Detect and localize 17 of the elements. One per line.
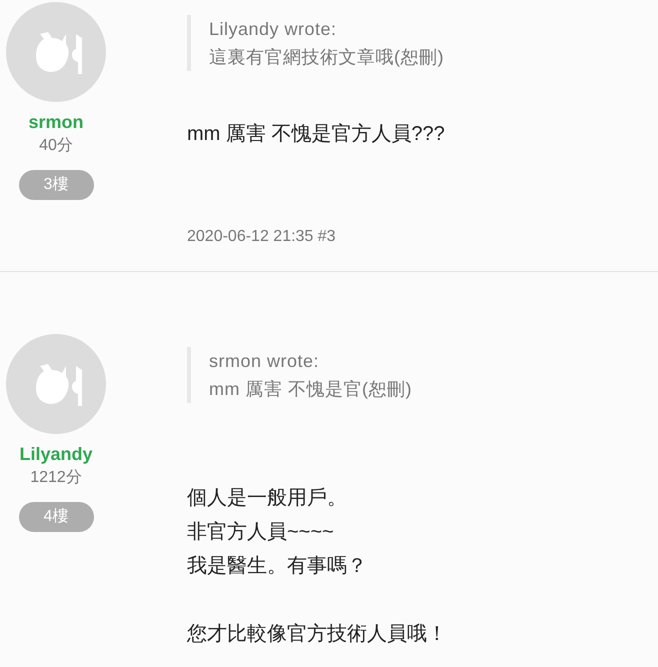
floor-badge: 4樓 [18, 502, 94, 532]
quote-author: Lilyandy wrote: [209, 18, 338, 41]
user-points: 40分 [39, 136, 73, 156]
username[interactable]: Lilyandy [19, 442, 93, 466]
post-text: mm 厲害 不愧是官方人員??? [187, 122, 446, 147]
user-points: 1212分 [30, 468, 82, 488]
post-timestamp: 2020-06-12 21:35 #3 [187, 227, 337, 247]
quote-text: 這裏有官網技術文章哦(恕刪) [209, 46, 445, 69]
post-text: 您才比較像官方技術人員哦！ [187, 622, 448, 647]
quote-text: mm 厲害 不愧是官(恕刪) [209, 378, 413, 401]
username[interactable]: srmon [28, 110, 84, 134]
avatar-icon [6, 334, 106, 434]
quote-author: srmon wrote: [209, 350, 320, 373]
post-text: 非官方人員~~~~ [187, 520, 335, 545]
floor-badge: 3樓 [18, 170, 94, 200]
post-text: 我是醫生。有事嗎？ [187, 554, 368, 579]
post-text: 個人是一般用戶。 [187, 486, 348, 511]
